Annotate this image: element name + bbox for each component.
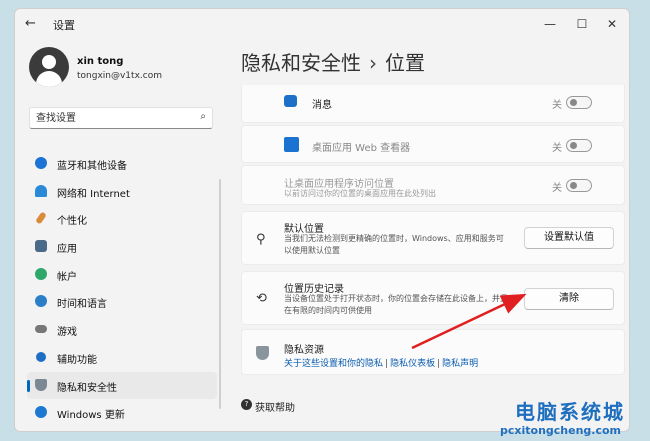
apps-icon [35, 240, 47, 253]
sidebar-item-personalization[interactable]: 个性化 [27, 205, 217, 233]
sidebar-item-bluetooth[interactable]: 蓝牙和其他设备 [27, 150, 217, 178]
minimize-icon[interactable]: — [535, 13, 565, 35]
web-viewer-icon [284, 137, 299, 152]
sidebar-item-accessibility[interactable]: 辅助功能 [27, 344, 217, 372]
sidebar-item-label: Windows 更新 [57, 410, 125, 422]
avatar[interactable] [29, 47, 69, 87]
privacy-links: 关于这些设置和你的隐私 | 隐私仪表板 | 隐私声明 [284, 359, 479, 369]
web-viewer-toggle[interactable] [566, 139, 592, 152]
sidebar-item-label: 网络和 Internet [57, 188, 130, 200]
sidebar-scrollbar[interactable] [219, 179, 221, 409]
settings-window: ← 设置 — ☐ ✕ xin tong tongxin@v1tx.com ⌕ 蓝… [14, 8, 630, 432]
bluetooth-icon [35, 157, 47, 169]
page-title: 隐私和安全性 › 位置 [241, 47, 425, 76]
setting-subtitle: 当我们无法检测到更精确的位置时，Windows、应用和服务可以使用默认位置 [284, 234, 504, 255]
update-icon [35, 406, 47, 419]
sidebar-item-label: 应用 [57, 244, 77, 256]
setting-location-history: ⟲ 位置历史记录 当设备位置处于打开状态时，你的位置会存储在此设备上，并且在有限… [241, 271, 625, 325]
setting-title: 隐私资源 [284, 345, 324, 356]
sidebar-item-gaming[interactable]: 游戏 [27, 316, 217, 344]
sidebar-item-label: 隐私和安全性 [57, 382, 117, 394]
sidebar-item-windows-update[interactable]: Windows 更新 [27, 399, 217, 427]
history-icon: ⟲ [256, 291, 267, 306]
shield-icon [35, 378, 47, 391]
close-icon[interactable]: ✕ [597, 13, 627, 35]
privacy-settings-link[interactable]: 关于这些设置和你的隐私 [284, 359, 383, 369]
sidebar-item-accounts[interactable]: 帐户 [27, 261, 217, 289]
breadcrumb-current: 位置 [385, 51, 425, 75]
active-indicator [27, 379, 30, 392]
setting-subtitle: 以前访问过你的位置的桌面应用在此处列出 [284, 189, 436, 198]
toggle-state-label: 关 [552, 100, 562, 111]
setting-subtitle: 当设备位置处于打开状态时，你的位置会存储在此设备上，并且在有限的时间内可供使用 [284, 294, 508, 315]
globe-icon [35, 295, 47, 308]
maximize-icon[interactable]: ☐ [567, 13, 597, 35]
sidebar-item-apps[interactable]: 应用 [27, 233, 217, 261]
help-icon[interactable]: ? [241, 399, 252, 410]
setting-title: 消息 [312, 100, 332, 111]
sidebar-item-network[interactable]: 网络和 Internet [27, 178, 217, 206]
search-input[interactable] [36, 111, 186, 125]
messages-toggle[interactable] [566, 96, 592, 109]
setting-title: 桌面应用 Web 查看器 [312, 143, 411, 154]
user-email: tongxin@v1tx.com [77, 71, 162, 81]
wifi-icon [35, 184, 47, 197]
sidebar-item-label: 时间和语言 [57, 299, 107, 311]
set-default-button[interactable]: 设置默认值 [524, 227, 614, 249]
sidebar-item-label: 游戏 [57, 327, 77, 339]
sidebar-item-label: 辅助功能 [57, 354, 97, 366]
accessibility-icon [36, 351, 46, 362]
toggle-state-label: 关 [552, 143, 562, 154]
sidebar-nav: 蓝牙和其他设备 网络和 Internet 个性化 应用 帐户 时间和语言 游戏 [27, 150, 217, 427]
message-icon [284, 95, 297, 107]
clear-history-button[interactable]: 清除 [524, 288, 614, 310]
setting-desktop-access: 让桌面应用程序访问位置 以前访问过你的位置的桌面应用在此处列出 关 [241, 165, 625, 205]
toggle-state-label: 关 [552, 183, 562, 194]
search-icon[interactable]: ⌕ [200, 111, 206, 122]
brush-icon [35, 211, 47, 226]
setting-web-viewer: 桌面应用 Web 查看器 关 [241, 125, 625, 163]
desktop-access-toggle[interactable] [566, 179, 592, 192]
get-help-link[interactable]: 获取帮助 [255, 399, 295, 414]
setting-messages: 消息 关 [241, 85, 625, 123]
search-box[interactable]: ⌕ [29, 107, 213, 129]
sidebar-item-label: 蓝牙和其他设备 [57, 161, 127, 172]
title-bar: ← 设置 — ☐ ✕ [15, 9, 629, 39]
breadcrumb-parent[interactable]: 隐私和安全性 [241, 51, 361, 75]
account-icon [35, 267, 47, 280]
setting-privacy-resources: 隐私资源 关于这些设置和你的隐私 | 隐私仪表板 | 隐私声明 [241, 329, 625, 375]
setting-default-location: ⚲ 默认位置 当我们无法检测到更精确的位置时，Windows、应用和服务可以使用… [241, 211, 625, 265]
sidebar-item-privacy-security[interactable]: 隐私和安全性 [27, 371, 217, 400]
privacy-statement-link[interactable]: 隐私声明 [442, 359, 478, 369]
sidebar-item-label: 个性化 [57, 216, 87, 228]
privacy-dashboard-link[interactable]: 隐私仪表板 [390, 359, 435, 369]
window-title: 设置 [53, 19, 75, 32]
shield-icon [256, 346, 269, 360]
back-arrow-icon[interactable]: ← [25, 16, 36, 31]
watermark-url: pcxitongcheng.com [500, 424, 622, 437]
breadcrumb-separator: › [369, 51, 377, 75]
gamepad-icon [35, 325, 47, 334]
user-name: xin tong [77, 56, 124, 67]
sidebar-item-time-language[interactable]: 时间和语言 [27, 288, 217, 316]
sidebar-item-label: 帐户 [57, 271, 77, 283]
watermark-title: 电脑系统城 [515, 400, 625, 424]
location-pin-icon: ⚲ [256, 232, 266, 247]
